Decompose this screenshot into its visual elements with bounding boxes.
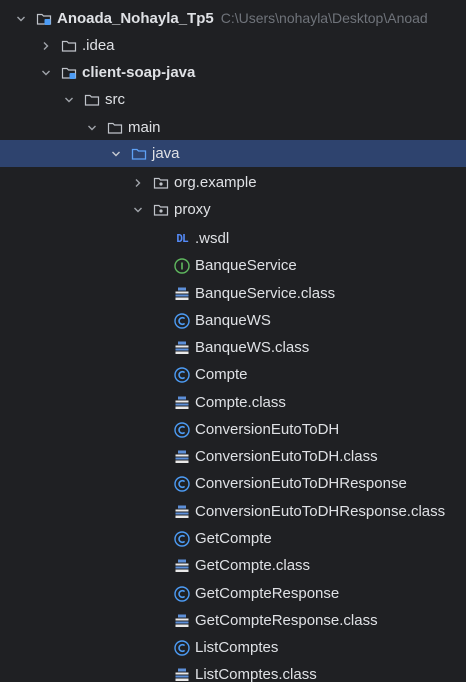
class-icon — [174, 639, 190, 656]
proxy-folder-label: proxy — [174, 201, 211, 218]
class-icon — [174, 421, 190, 438]
java-folder-label: java — [152, 145, 180, 162]
file-label: ConversionEutoToDH.class — [195, 448, 378, 465]
chevron-right-icon[interactable] — [132, 177, 144, 189]
tree-node-src[interactable]: src — [0, 86, 466, 113]
module-label: client-soap-java — [82, 64, 196, 81]
root-project-label: Anoada_Nohayla_Tp5 — [57, 10, 214, 27]
class-file-icon — [174, 449, 190, 465]
file-compte-class[interactable]: Compte.class — [0, 389, 466, 416]
file-label: BanqueService.class — [195, 285, 336, 302]
interface-icon — [174, 257, 190, 274]
tree-node-idea[interactable]: .idea — [0, 32, 466, 59]
org-example-label: org.example — [174, 174, 257, 191]
file-getcompte[interactable]: GetCompte — [0, 525, 466, 552]
tree-node-proxy[interactable]: proxy — [0, 196, 466, 223]
tree-node-module[interactable]: client-soap-java — [0, 59, 466, 86]
file-label: BanqueService — [195, 257, 297, 274]
source-folder-icon — [131, 146, 147, 162]
class-icon — [174, 475, 190, 492]
class-file-icon — [174, 286, 190, 302]
file-label: .wsdl — [195, 230, 230, 247]
file-banqueservice[interactable]: BanqueService — [0, 252, 466, 279]
tree-node-java[interactable]: java — [0, 140, 466, 167]
class-file-icon — [174, 558, 190, 574]
file-conversioneutotodhresponse[interactable]: ConversionEutoToDHResponse — [0, 470, 466, 497]
file-label: GetCompte — [195, 530, 272, 547]
class-file-icon — [174, 667, 190, 682]
src-folder-label: src — [105, 91, 125, 108]
file-banqueservice-class[interactable]: BanqueService.class — [0, 280, 466, 307]
class-file-icon — [174, 340, 190, 356]
class-icon — [174, 366, 190, 383]
file-banquews[interactable]: BanqueWS — [0, 307, 466, 334]
file-getcompte-class[interactable]: GetCompte.class — [0, 552, 466, 579]
class-icon — [174, 585, 190, 602]
file-label: ConversionEutoToDHResponse.class — [195, 503, 446, 520]
module-folder-icon — [36, 11, 52, 27]
file-label: GetCompteResponse — [195, 585, 340, 602]
class-file-icon — [174, 504, 190, 520]
file-label: ConversionEutoToDHResponse — [195, 475, 407, 492]
module-folder-icon — [61, 65, 77, 81]
class-file-icon — [174, 395, 190, 411]
file-listcomptes-class[interactable]: ListComptes.class — [0, 661, 466, 682]
file-conversioneutotodh[interactable]: ConversionEutoToDH — [0, 416, 466, 443]
file-label: ListComptes.class — [195, 666, 317, 682]
class-icon — [174, 312, 190, 329]
file-banquews-class[interactable]: BanqueWS.class — [0, 334, 466, 361]
root-project-path: C:\Users\nohayla\Desktop\Anoad — [220, 10, 428, 26]
file-label: Compte.class — [195, 394, 286, 411]
chevron-down-icon[interactable] — [132, 204, 144, 216]
chevron-down-icon[interactable] — [15, 13, 27, 25]
project-tree: Anoada_Nohayla_Tp5 C:\Users\nohayla\Desk… — [0, 0, 466, 682]
file-wsdl[interactable]: DL .wsdl — [0, 225, 466, 252]
main-folder-label: main — [128, 119, 161, 136]
file-conversioneutotodhresponse-class[interactable]: ConversionEutoToDHResponse.class — [0, 498, 466, 525]
file-label: ConversionEutoToDH — [195, 421, 340, 438]
chevron-right-icon[interactable] — [40, 40, 52, 52]
file-getcompteresponse[interactable]: GetCompteResponse — [0, 580, 466, 607]
package-icon — [153, 202, 169, 218]
chevron-down-icon[interactable] — [86, 122, 98, 134]
folder-icon — [84, 92, 100, 108]
package-icon — [153, 175, 169, 191]
class-file-icon — [174, 613, 190, 629]
file-compte[interactable]: Compte — [0, 361, 466, 388]
tree-node-org-example[interactable]: org.example — [0, 169, 466, 196]
chevron-down-icon[interactable] — [40, 67, 52, 79]
chevron-down-icon[interactable] — [63, 94, 75, 106]
tree-node-main[interactable]: main — [0, 114, 466, 141]
file-label: BanqueWS.class — [195, 339, 310, 356]
file-label: GetCompte.class — [195, 557, 311, 574]
file-label: ListComptes — [195, 639, 279, 656]
file-conversioneutotodh-class[interactable]: ConversionEutoToDH.class — [0, 443, 466, 470]
idea-folder-label: .idea — [82, 37, 115, 54]
tree-node-root[interactable]: Anoada_Nohayla_Tp5 C:\Users\nohayla\Desk… — [0, 5, 466, 32]
file-label: GetCompteResponse.class — [195, 612, 378, 629]
wsdl-icon: DL — [176, 232, 188, 245]
file-label: BanqueWS — [195, 312, 271, 329]
folder-icon — [61, 38, 77, 54]
folder-icon — [107, 120, 123, 136]
class-icon — [174, 530, 190, 547]
file-label: Compte — [195, 366, 248, 383]
file-listcomptes[interactable]: ListComptes — [0, 634, 466, 661]
file-getcompteresponse-class[interactable]: GetCompteResponse.class — [0, 607, 466, 634]
chevron-down-icon[interactable] — [110, 148, 122, 160]
